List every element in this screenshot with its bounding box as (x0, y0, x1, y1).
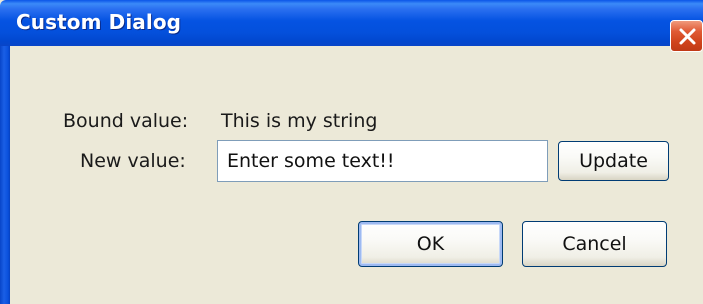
update-button[interactable]: Update (558, 141, 669, 181)
new-value-label: New value: (80, 150, 186, 172)
title-bar[interactable]: Custom Dialog (0, 0, 703, 46)
cancel-button[interactable]: Cancel (522, 221, 667, 267)
bound-value-text: This is my string (221, 110, 378, 132)
window-title: Custom Dialog (16, 10, 182, 34)
window-left-border (0, 46, 10, 304)
custom-dialog-window: Custom Dialog Bound value: This is my st… (0, 0, 703, 304)
bound-value-label: Bound value: (63, 110, 189, 132)
close-button[interactable] (670, 20, 703, 52)
new-value-input[interactable] (217, 140, 548, 182)
ok-button[interactable]: OK (358, 221, 503, 267)
